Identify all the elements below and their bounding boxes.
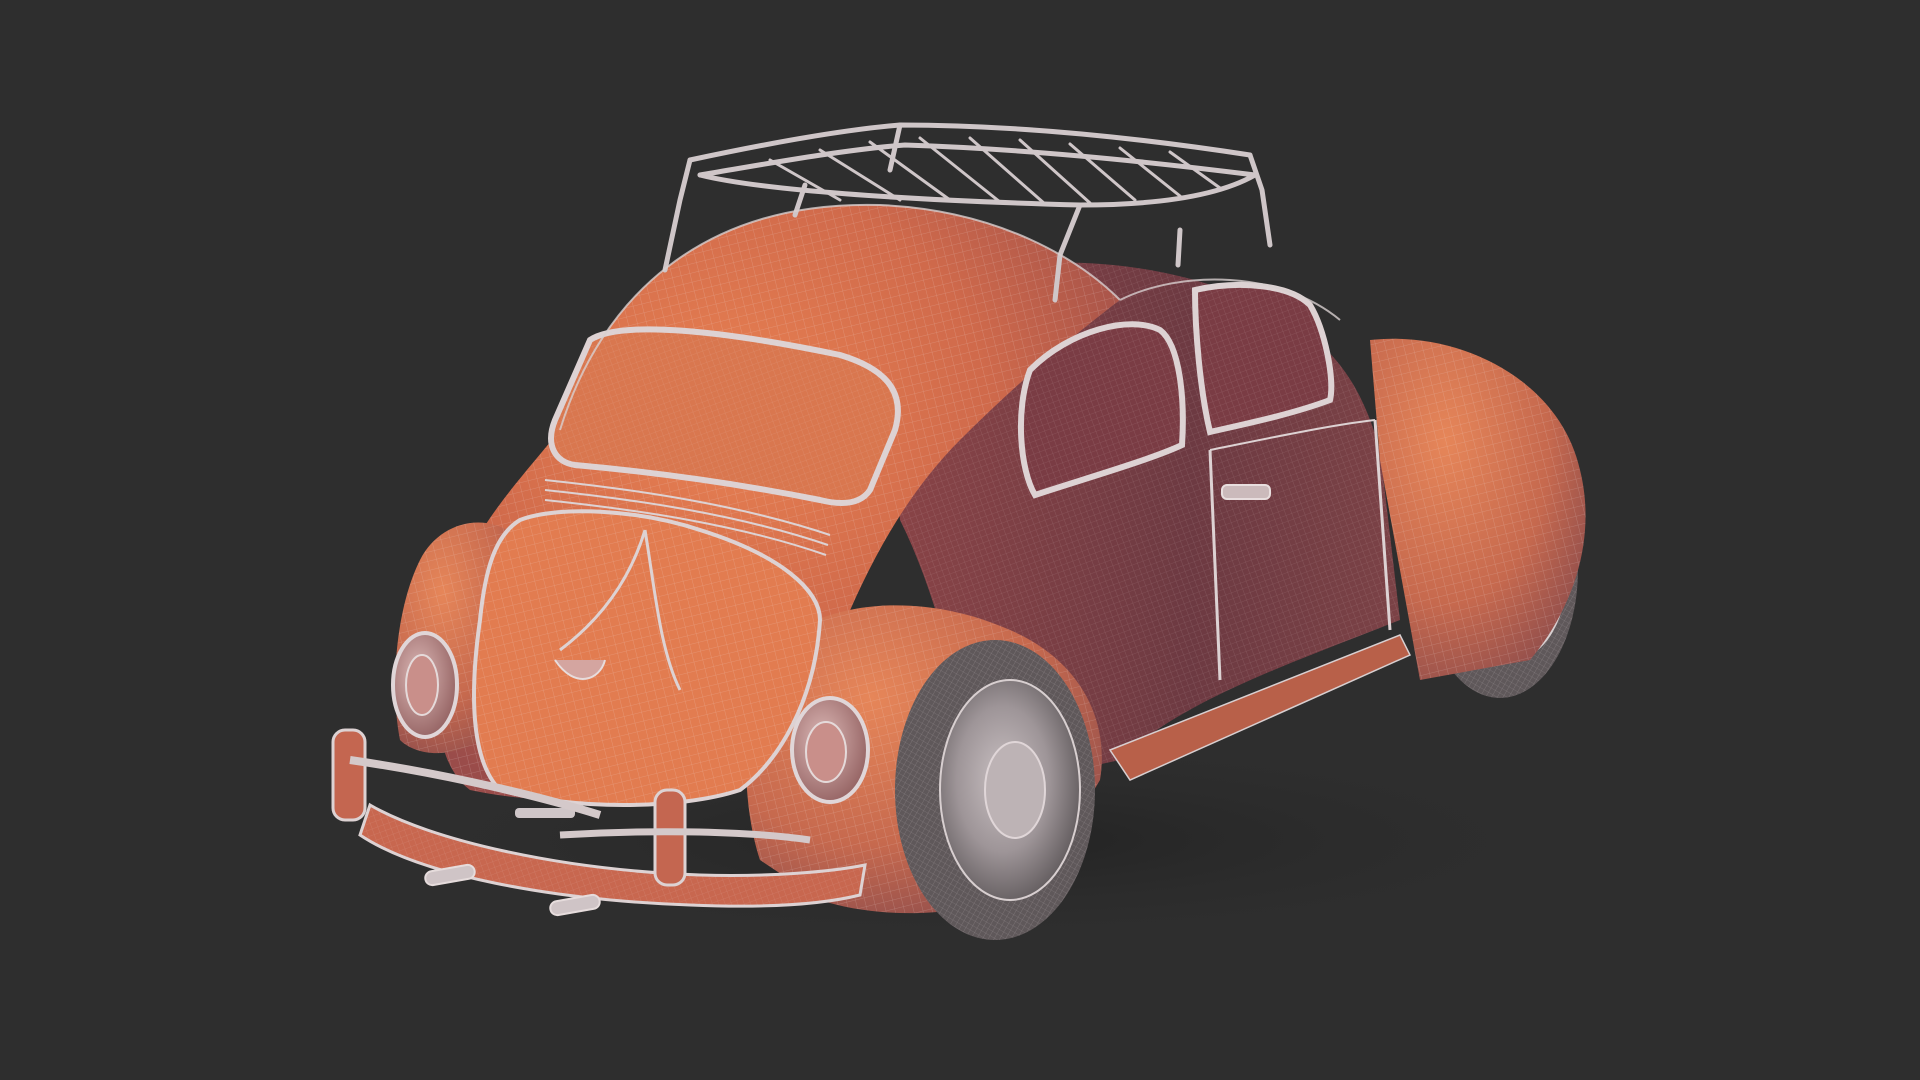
car-wireframe-render <box>331 122 1620 950</box>
3d-viewport[interactable] <box>0 0 1920 1080</box>
taillight-left <box>391 631 459 739</box>
taillight-right <box>790 696 870 804</box>
rear-left-wheel <box>895 640 1095 940</box>
